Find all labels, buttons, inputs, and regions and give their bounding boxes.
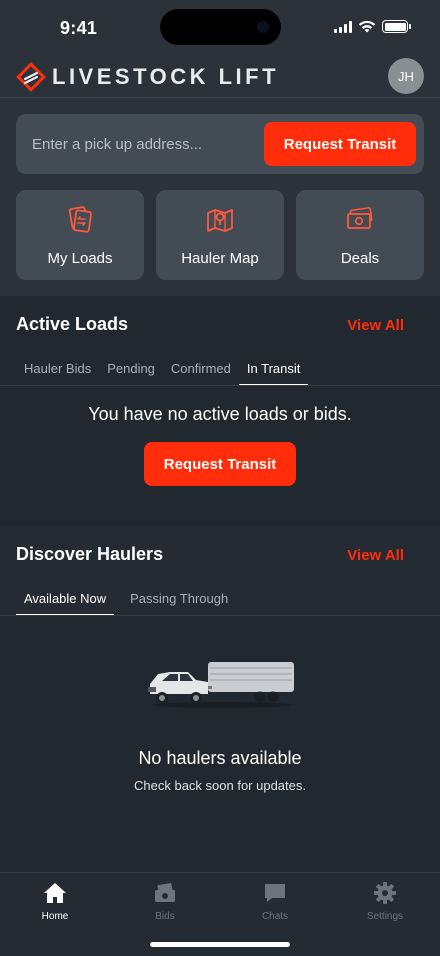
tab-confirmed[interactable]: Confirmed [163,352,239,384]
tab-pending[interactable]: Pending [99,352,163,384]
deals-icon [347,207,373,229]
no-haulers-subtitle: Check back soon for updates. [134,778,306,793]
tab-bar-bids[interactable]: Bids [110,881,220,922]
deals-label: Deals [340,250,380,267]
brand-name: LIVESTOCK LIFT [52,64,280,89]
active-loads-view-all[interactable]: View All [347,317,404,334]
active-loads-empty-message: You have no active loads or bids. [88,404,352,424]
app-header: LIVESTOCK LIFT JH [0,58,440,98]
my-loads-label: My Loads [47,250,113,267]
my-loads-tile[interactable]: My Loads [16,190,144,280]
chat-icon [265,884,285,902]
deals-tile[interactable]: Deals [296,190,424,280]
dynamic-island [160,9,281,45]
tab-hauler-bids[interactable]: Hauler Bids [16,352,99,384]
tab-available-now[interactable]: Available Now [16,582,115,616]
wifi-icon [358,20,376,33]
logo-mark-icon [16,62,46,92]
map-icon [207,209,233,232]
discover-haulers-title: Discover Haulers [16,544,164,564]
truck-trailer-illustration [148,662,294,708]
tab-passing-through[interactable]: Passing Through [122,582,236,614]
bids-icon [155,883,175,902]
tab-bar-home-label: Home [41,911,69,922]
pickup-address-input[interactable] [32,114,262,174]
status-bar: 9:41 [0,0,440,58]
battery-icon [382,20,411,33]
hauler-map-tile[interactable]: Hauler Map [156,190,284,280]
tab-bar-settings-label: Settings [366,911,404,922]
tab-bar-bids-label: Bids [155,911,175,922]
empty-request-transit-button[interactable]: Request Transit [144,442,296,486]
active-loads-tabs: Hauler Bids Pending Confirmed In Transit [16,352,309,386]
home-indicator [150,942,290,947]
signal-icon [334,20,352,33]
tab-bar-chats-label: Chats [261,911,289,922]
status-time: 9:41 [60,18,98,38]
tabs-divider [0,385,440,386]
no-haulers-title: No haulers available [138,748,302,768]
discover-view-all[interactable]: View All [347,547,404,564]
quick-actions: My Loads Hauler Map Deals [16,190,424,280]
tab-bar-settings[interactable]: Settings [330,881,440,922]
discover-tabs-divider [0,615,440,616]
tab-bar-chats[interactable]: Chats [220,881,330,922]
tab-bar-home[interactable]: Home [0,881,110,922]
hauler-map-label: Hauler Map [181,250,259,267]
avatar[interactable]: JH [388,58,424,94]
discover-tabs: Available Now Passing Through [16,582,236,616]
gear-icon [374,882,396,904]
pickup-search-card: Request Transit [16,114,424,174]
brand-logo: LIVESTOCK LIFT [16,62,279,92]
home-icon [44,883,66,903]
request-transit-button[interactable]: Request Transit [264,122,416,166]
tab-in-transit[interactable]: In Transit [238,352,309,386]
status-icons [334,20,411,33]
loads-icon [68,206,92,233]
active-loads-title: Active Loads [16,314,129,334]
